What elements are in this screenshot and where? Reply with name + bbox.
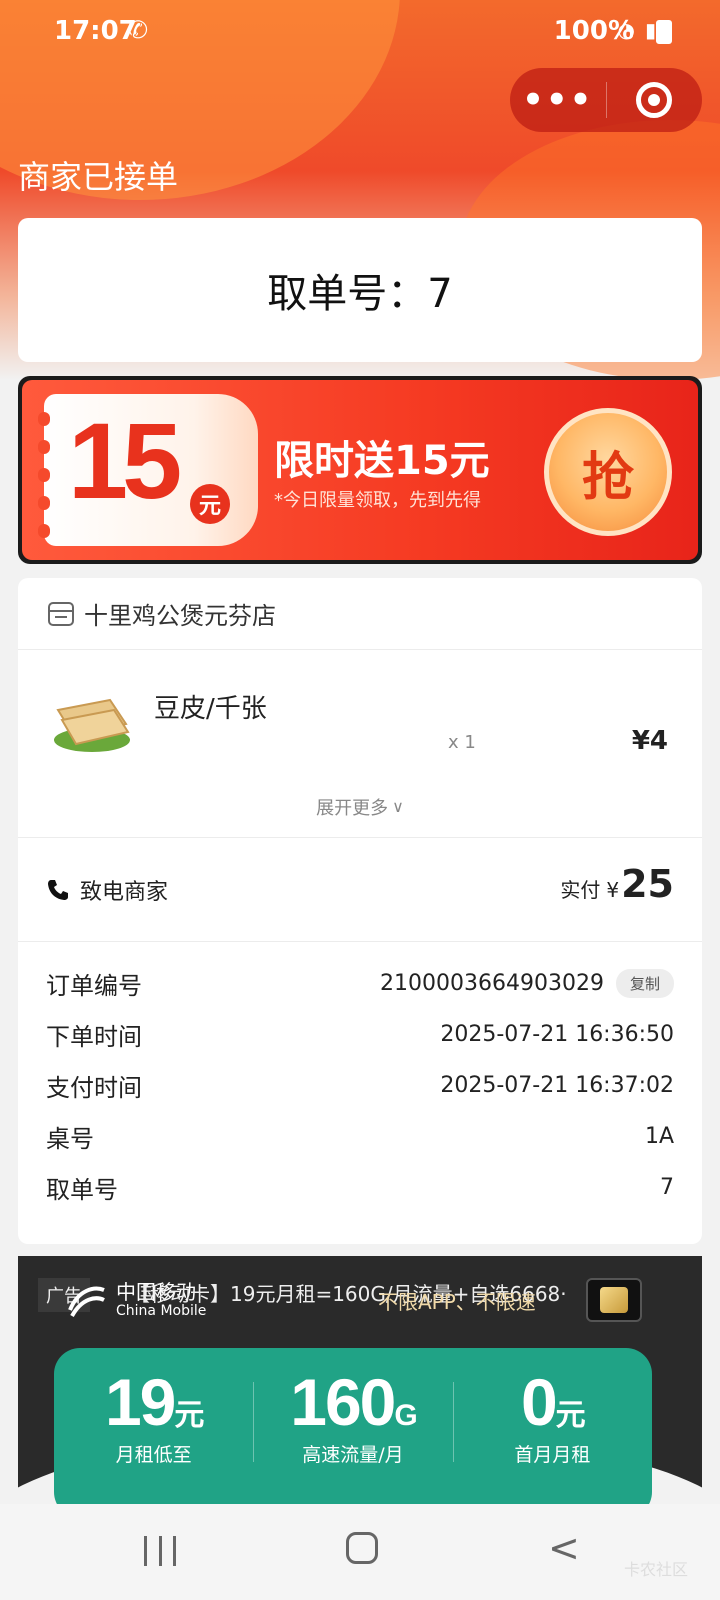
- pay-time-row: 支付时间 2025-07-21 16:37:02: [46, 1060, 674, 1111]
- signal-icon: ▮: [644, 18, 656, 42]
- missed-call-icon: ✆: [128, 16, 149, 44]
- paid-amount: 实付 ¥ 25: [560, 862, 674, 906]
- advertisement[interactable]: 广告 中国移动 China Mobile 【移动卡】19元月租=160G/月流量…: [18, 1256, 702, 1504]
- coupon-subtitle: *今日限量领取，先到先得: [274, 490, 481, 511]
- ad-stat: 19元 月租低至: [54, 1348, 253, 1504]
- ad-slogan: 不限APP、不限速: [378, 1290, 536, 1314]
- order-number: 2100003664903029: [380, 971, 604, 996]
- coupon-amount: 15: [68, 400, 182, 521]
- detail-label: 取单号: [46, 1176, 118, 1204]
- stat-unit: G: [394, 1399, 417, 1432]
- status-bar: 17:07 ✆ ◔ ▮ 100%: [0, 0, 720, 62]
- shop-name: 十里鸡公煲元芬店: [84, 602, 276, 630]
- close-miniprogram-button[interactable]: [607, 68, 703, 132]
- list-item: 豆皮/千张 x 1 ¥4: [18, 650, 702, 776]
- target-icon: [636, 82, 673, 118]
- status-time: 17:07: [54, 16, 137, 46]
- china-mobile-icon: [68, 1286, 105, 1318]
- battery-percent: 100%: [553, 16, 634, 46]
- stat-unit: 元: [555, 1399, 586, 1432]
- order-number-row: 订单编号 2100003664903029 复制: [46, 958, 674, 1009]
- call-merchant-label: 致电商家: [80, 880, 169, 905]
- chevron-down-icon: ∨: [392, 797, 404, 816]
- more-menu-button[interactable]: •••: [510, 68, 606, 132]
- pickup-number: 取单号：7: [267, 271, 453, 317]
- expand-more-button[interactable]: 展开更多 ∨: [18, 776, 702, 838]
- detail-label: 下单时间: [46, 1023, 142, 1051]
- miniprogram-capsule: •••: [510, 68, 702, 132]
- grab-coupon-button[interactable]: 抢: [544, 408, 672, 536]
- detail-label: 支付时间: [46, 1074, 142, 1102]
- stat-caption: 高速流量/月: [302, 1444, 404, 1466]
- coupon-title: 限时送15元: [274, 438, 490, 484]
- stat-value: 19: [104, 1365, 176, 1439]
- store-icon: [48, 601, 74, 626]
- detail-value: 1A: [644, 1124, 674, 1149]
- battery-icon: [656, 20, 672, 44]
- detail-label: 桌号: [46, 1125, 94, 1153]
- stat-caption: 月租低至: [115, 1444, 192, 1466]
- phone-icon: [48, 880, 68, 900]
- detail-value: 2025-07-21 16:36:50: [440, 1022, 674, 1047]
- watermark: 卡农社区: [623, 1560, 688, 1579]
- order-details: 订单编号 2100003664903029 复制 下单时间 2025-07-21…: [18, 942, 702, 1213]
- pickup-number-row: 取单号 7: [46, 1162, 674, 1213]
- order-time-row: 下单时间 2025-07-21 16:36:50: [46, 1009, 674, 1060]
- call-merchant-button[interactable]: 致电商家: [46, 874, 168, 906]
- food-thumbnail: [54, 698, 130, 752]
- detail-value: 7: [660, 1175, 674, 1200]
- recent-apps-button[interactable]: [144, 1536, 176, 1566]
- paid-value: 25: [621, 862, 674, 906]
- shop-row[interactable]: 十里鸡公煲元芬店: [18, 578, 702, 650]
- table-number-row: 桌号 1A: [46, 1111, 674, 1162]
- stat-unit: 元: [174, 1399, 204, 1432]
- item-price: ¥4: [631, 726, 668, 756]
- ad-stat: 160G 高速流量/月: [253, 1348, 452, 1504]
- coupon-banner[interactable]: 15 元 限时送15元 *今日限量领取，先到先得 抢: [18, 376, 702, 564]
- ad-stat: 0元 首月月租: [452, 1348, 652, 1504]
- item-name: 豆皮/千张: [154, 694, 267, 724]
- home-button[interactable]: [346, 1532, 378, 1564]
- coupon-unit: 元: [190, 484, 230, 524]
- stat-value: 0: [520, 1365, 558, 1439]
- copy-button[interactable]: 复制: [615, 969, 674, 998]
- stat-caption: 首月月租: [514, 1444, 591, 1466]
- order-status-title: 商家已接单: [18, 158, 179, 196]
- stat-value: 160: [290, 1365, 396, 1439]
- expand-label: 展开更多: [316, 797, 389, 819]
- back-button[interactable]: <: [548, 1526, 580, 1570]
- ad-stats-panel: 19元 月租低至 160G 高速流量/月 0元 首月月租: [54, 1348, 652, 1504]
- system-nav-bar: <: [0, 1504, 720, 1600]
- payment-row: 致电商家 实付 ¥ 25: [18, 838, 702, 942]
- pickup-number-card: 取单号：7: [18, 218, 702, 362]
- item-quantity: x 1: [448, 732, 476, 753]
- sim-card-icon: [586, 1278, 642, 1322]
- detail-value: 2025-07-21 16:37:02: [440, 1073, 674, 1098]
- currency-symbol: ¥: [606, 878, 620, 902]
- order-card: 十里鸡公煲元芬店 豆皮/千张 x 1 ¥4 展开更多 ∨ 致电商家 实付 ¥ 2…: [18, 578, 702, 1244]
- detail-label: 订单编号: [46, 972, 142, 1000]
- paid-label: 实付: [560, 878, 601, 902]
